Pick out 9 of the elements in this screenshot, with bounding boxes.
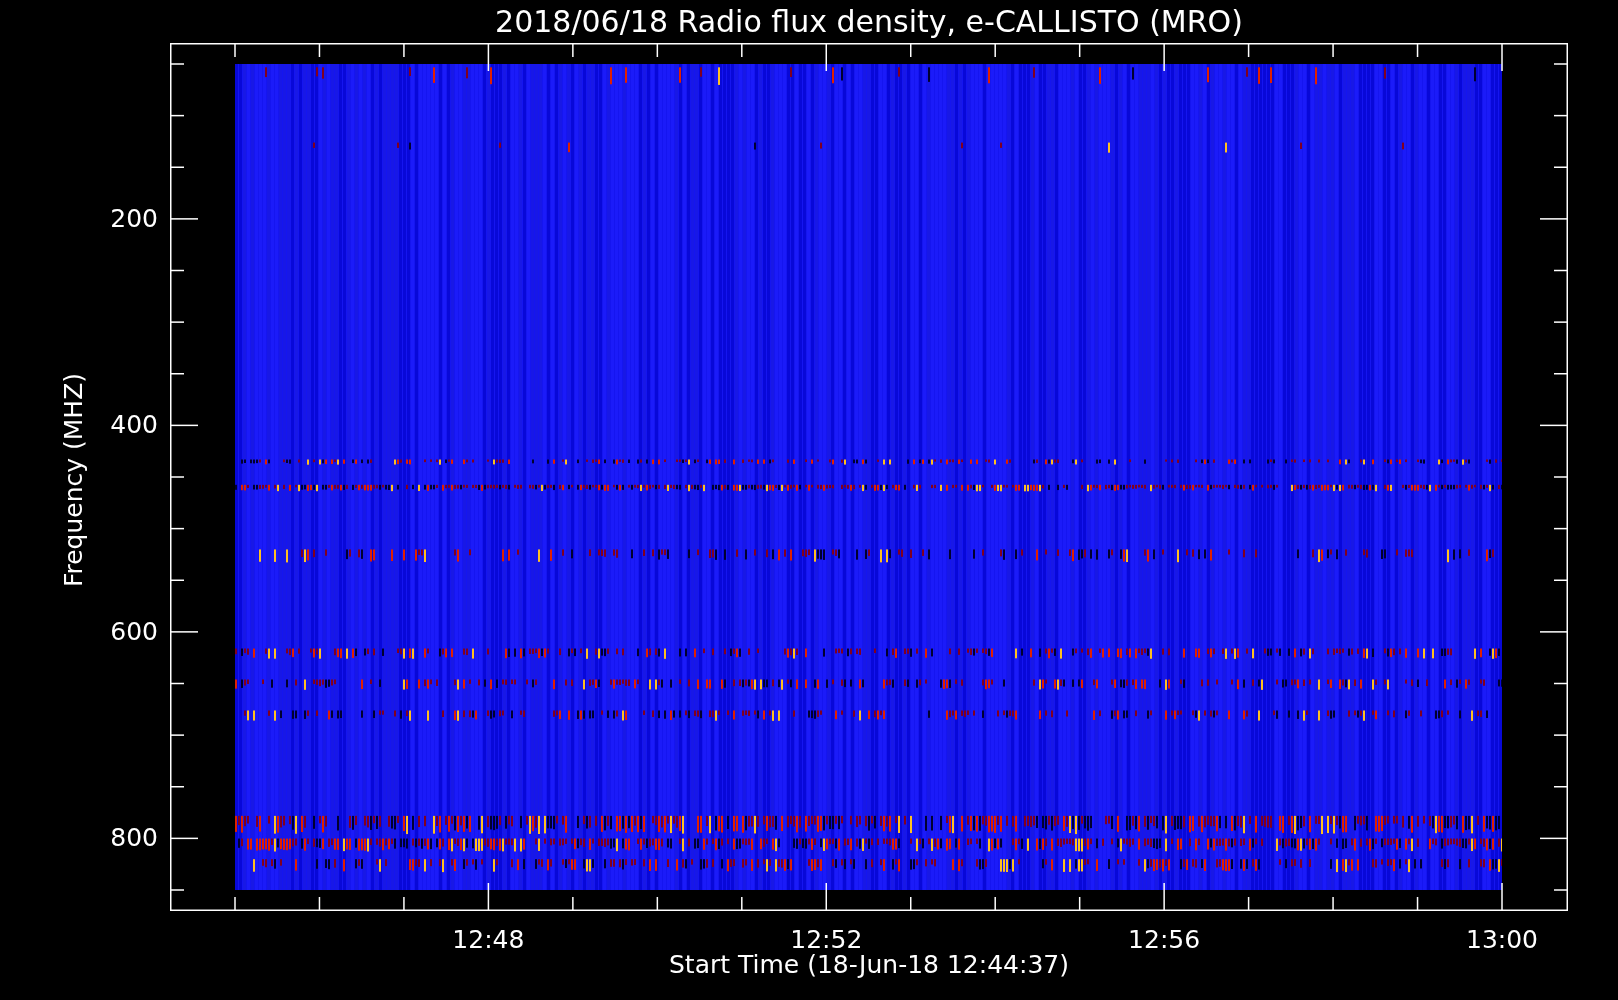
y-tick-label: 600 — [110, 616, 158, 647]
x-tick-label: 12:48 — [452, 925, 525, 955]
chart-title: 2018/06/18 Radio flux density, e-CALLISTO (MRO) — [494, 3, 1244, 41]
x-tick-label: 13:00 — [1466, 925, 1538, 955]
y-tick-label: 400 — [110, 410, 158, 441]
y-tick-label: 200 — [110, 203, 158, 234]
y-tick-label: 800 — [110, 823, 158, 854]
y-axis-label: Frequency (MHZ) — [59, 372, 89, 588]
x-tick-label: 12:56 — [1128, 925, 1201, 955]
